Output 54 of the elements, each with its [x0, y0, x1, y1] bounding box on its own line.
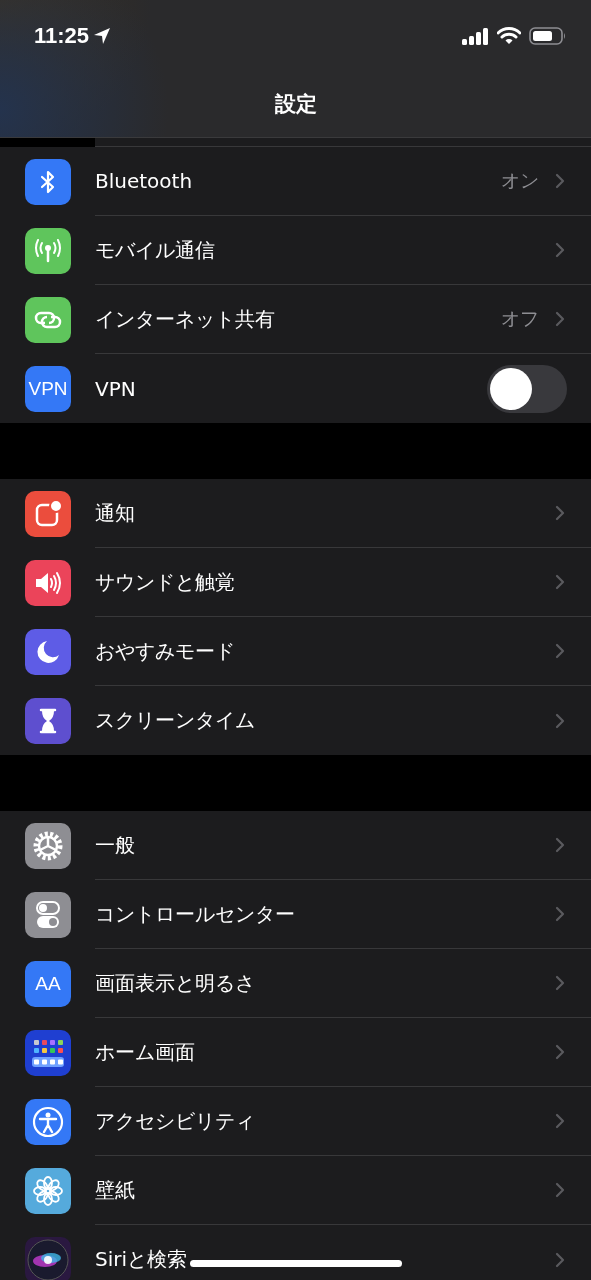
chevron-icon — [555, 311, 565, 327]
settings-row[interactable]: モバイル通信 — [0, 216, 591, 285]
chevron-icon — [555, 975, 565, 991]
settings-row[interactable]: 通知 — [0, 479, 591, 548]
settings-row[interactable]: おやすみモード — [0, 617, 591, 686]
row-label: VPN — [95, 376, 136, 401]
row-label: 画面表示と明るさ — [95, 969, 255, 997]
row-label: スクリーンタイム — [95, 707, 255, 734]
status-time: 11:25 — [34, 23, 90, 49]
row-label: 一般 — [95, 831, 135, 859]
chevron-icon — [555, 242, 565, 258]
row-label: アクセシビリティ — [95, 1107, 255, 1135]
chevron-icon — [555, 837, 565, 853]
setting-icon: VPN — [25, 365, 71, 412]
chevron-icon — [555, 1113, 565, 1129]
settings-row[interactable]: 一般 — [0, 811, 591, 880]
settings-row[interactable]: サウンドと触覚 — [0, 548, 591, 617]
row-label: 壁紙 — [95, 1176, 135, 1204]
row-label: インターネット共有 — [95, 305, 275, 333]
row-label: Siriと検索 — [95, 1246, 188, 1273]
settings-row[interactable]: コントロールセンター — [0, 880, 591, 949]
chevron-icon — [555, 1251, 565, 1268]
row-label: おやすみモード — [95, 637, 235, 665]
location-arrow-icon — [93, 27, 112, 45]
row-label: 通知 — [95, 499, 135, 527]
row-label: Bluetooth — [95, 169, 193, 193]
settings-row[interactable]: アクセシビリティ — [0, 1087, 591, 1156]
chevron-icon — [555, 574, 565, 590]
row-value: オフ — [501, 306, 539, 331]
wifi-icon — [497, 27, 521, 45]
settings-row[interactable]: 壁紙 — [0, 1156, 591, 1225]
chevron-icon — [555, 505, 565, 521]
chevron-icon — [555, 173, 565, 189]
chevron-icon — [555, 643, 565, 659]
battery-icon — [529, 27, 567, 45]
settings-row[interactable]: Bluetooth オン — [0, 147, 591, 216]
signal-icon — [462, 27, 489, 45]
setting-icon: AA — [25, 960, 71, 1007]
settings-row[interactable]: VPN VPN — [0, 354, 591, 423]
row-label: コントロールセンター — [95, 900, 295, 928]
settings-row[interactable]: インターネット共有 オフ — [0, 285, 591, 354]
chevron-icon — [555, 1182, 565, 1198]
row-value: オン — [501, 168, 539, 193]
row-label: モバイル通信 — [95, 236, 215, 264]
chevron-icon — [555, 712, 565, 729]
chevron-icon — [555, 1044, 565, 1060]
screen-title: 設定 — [273, 91, 318, 118]
settings-row[interactable]: スクリーンタイム — [0, 686, 591, 755]
vpn-toggle[interactable] — [487, 364, 567, 413]
chevron-icon — [555, 906, 565, 922]
settings-row[interactable]: AA 画面表示と明るさ — [0, 949, 591, 1018]
row-label: サウンドと触覚 — [95, 568, 235, 596]
row-label: ホーム画面 — [95, 1038, 195, 1066]
settings-row[interactable]: ホーム画面 — [0, 1018, 591, 1087]
